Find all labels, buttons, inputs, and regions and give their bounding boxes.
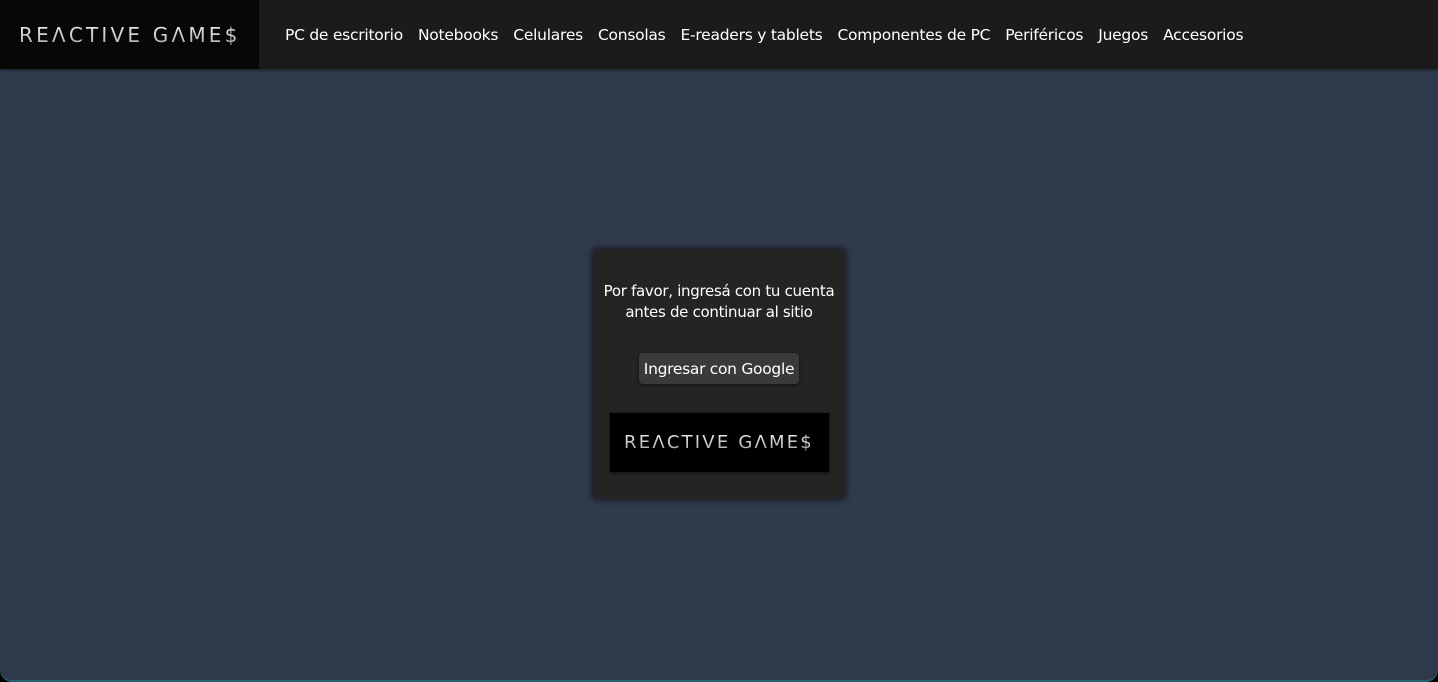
nav-item-e-readers-y-tablets[interactable]: E-readers y tablets <box>681 26 823 44</box>
nav-item-accesorios[interactable]: Accesorios <box>1163 26 1243 44</box>
login-card: Por favor, ingresá con tu cuenta antes d… <box>593 249 845 499</box>
nav-item-notebooks[interactable]: Notebooks <box>418 26 499 44</box>
brand-logo-text: REΛCTIVE GΛME$ <box>19 22 241 47</box>
login-message-line-1: Por favor, ingresá con tu cuenta <box>603 282 835 300</box>
main-nav: PC de escritorio Notebooks Celulares Con… <box>259 0 1258 69</box>
brand-logo-link[interactable]: REΛCTIVE GΛME$ <box>0 0 259 69</box>
card-logo-text: REΛCTIVE GΛME$ <box>624 432 814 453</box>
nav-item-celulares[interactable]: Celulares <box>513 26 583 44</box>
card-logo: REΛCTIVE GΛME$ <box>609 413 829 472</box>
page: REΛCTIVE GΛME$ PC de escritorio Notebook… <box>0 0 1438 682</box>
nav-item-juegos[interactable]: Juegos <box>1098 26 1148 44</box>
login-message-line-2: antes de continuar al sitio <box>625 303 813 321</box>
nav-item-consolas[interactable]: Consolas <box>598 26 666 44</box>
google-login-button[interactable]: Ingresar con Google <box>638 353 800 384</box>
login-message: Por favor, ingresá con tu cuenta antes d… <box>599 281 839 323</box>
nav-item-componentes-de-pc[interactable]: Componentes de PC <box>837 26 990 44</box>
site-header: REΛCTIVE GΛME$ PC de escritorio Notebook… <box>0 0 1438 69</box>
nav-item-pc-de-escritorio[interactable]: PC de escritorio <box>285 26 403 44</box>
nav-item-perifericos[interactable]: Periféricos <box>1005 26 1083 44</box>
